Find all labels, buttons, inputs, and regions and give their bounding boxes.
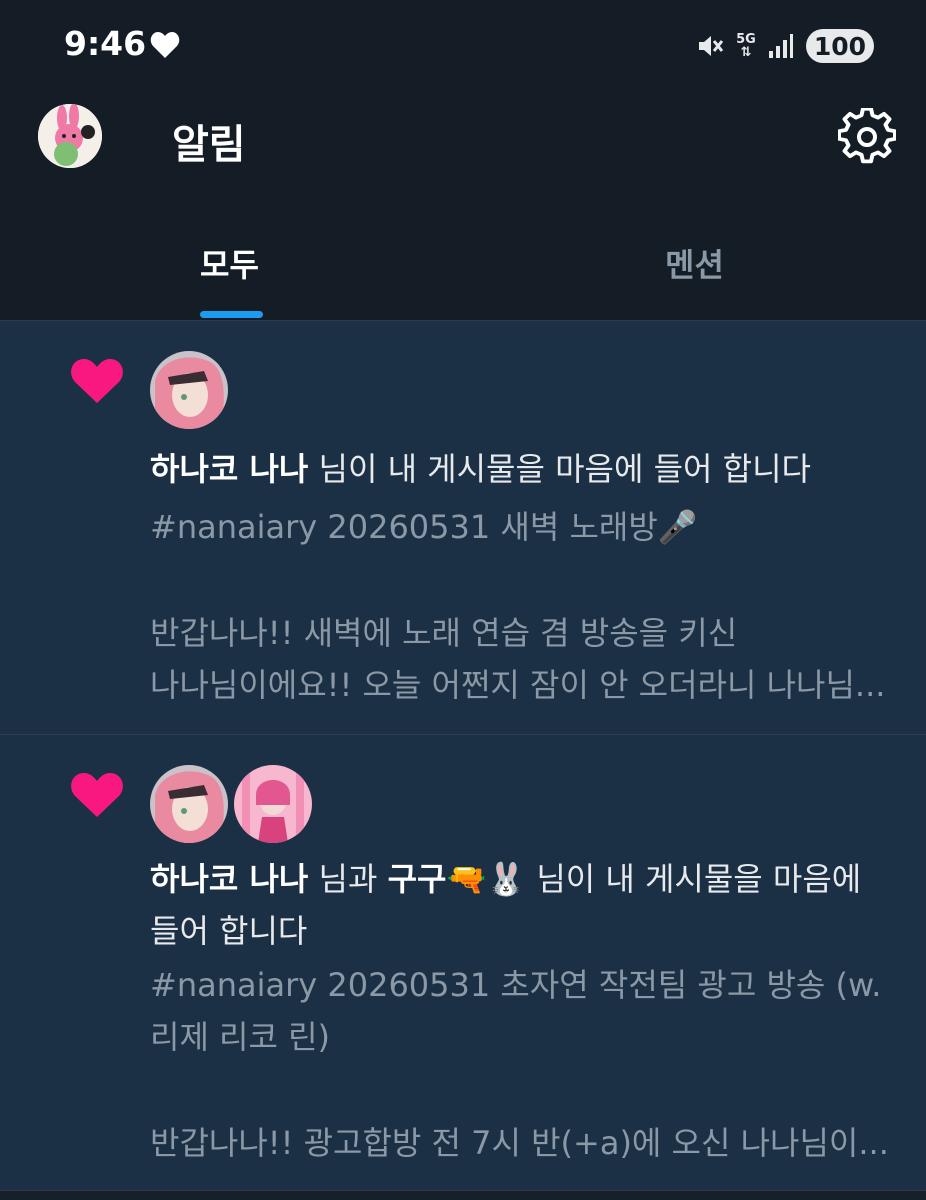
- user-avatar[interactable]: [150, 351, 228, 429]
- profile-avatar[interactable]: [38, 104, 102, 168]
- user-name[interactable]: 구구🔫🐰: [388, 860, 527, 898]
- like-heart-icon: [71, 773, 123, 817]
- notification-item[interactable]: 하나코 나나 님과 구구🔫🐰 님이 내 게시물을 마음에 들어 합니다 #nan…: [0, 735, 926, 1191]
- tab-indicator: [200, 311, 263, 318]
- data-arrows-icon: ⇅: [740, 45, 752, 60]
- status-time: 9:46: [64, 24, 147, 63]
- joiner-text: 님과: [308, 860, 388, 898]
- post-preview-line: 리제 리코 린): [150, 1018, 331, 1056]
- user-avatar[interactable]: [150, 765, 228, 843]
- status-icons: 5G ⇅ 100: [696, 28, 874, 64]
- page-title: 알림: [172, 122, 246, 168]
- like-heart-icon: [71, 359, 123, 403]
- avatar-image: [150, 765, 228, 843]
- action-text: 님이 내 게시물을 마음에: [526, 860, 862, 898]
- status-bar: 9:46 5G ⇅ 100: [0, 0, 926, 92]
- action-text: 님이 내 게시물을 마음에 들어 합니다: [308, 450, 811, 488]
- avatar-image: [150, 351, 228, 429]
- network-indicator: 5G ⇅: [736, 33, 756, 59]
- user-name[interactable]: 하나코 나나: [150, 860, 308, 898]
- mute-icon: [699, 36, 724, 56]
- post-preview-line: #nanaiary 20260531 초자연 작전팀 광고 방송 (w.: [150, 966, 882, 1004]
- notification-item[interactable]: 하나코 나나 님이 내 게시물을 마음에 들어 합니다 #nanaiary 20…: [0, 321, 926, 735]
- user-avatar[interactable]: [234, 765, 312, 843]
- header: [0, 92, 926, 321]
- post-preview-line: 반갑나나!! 광고합방 전 7시 반(+a)에 오신 나나님이...: [150, 1124, 889, 1162]
- user-name[interactable]: 하나코 나나: [150, 450, 308, 488]
- signal-icon: [768, 34, 793, 58]
- gear-icon[interactable]: [838, 108, 896, 166]
- action-text-continued: 들어 합니다: [150, 912, 308, 950]
- notification-text: 하나코 나나 님이 내 게시물을 마음에 들어 합니다: [150, 443, 811, 495]
- tab-all[interactable]: 모두: [200, 240, 259, 286]
- post-preview-line: #nanaiary 20260531 새벽 노래방🎤: [150, 508, 698, 546]
- avatar-image: [38, 104, 102, 168]
- battery-indicator: 100: [805, 29, 874, 63]
- notification-text: 하나코 나나 님과 구구🔫🐰 님이 내 게시물을 마음에: [150, 853, 861, 905]
- post-preview-line: 반갑나나!! 새벽에 노래 연습 겸 방송을 키신: [150, 614, 738, 652]
- tab-mentions[interactable]: 멘션: [665, 240, 724, 286]
- heart-icon: [150, 32, 180, 58]
- post-preview-line: 나나님이에요!! 오늘 어쩐지 잠이 안 오더라니 나나님...: [150, 666, 886, 704]
- avatar-image: [234, 765, 312, 843]
